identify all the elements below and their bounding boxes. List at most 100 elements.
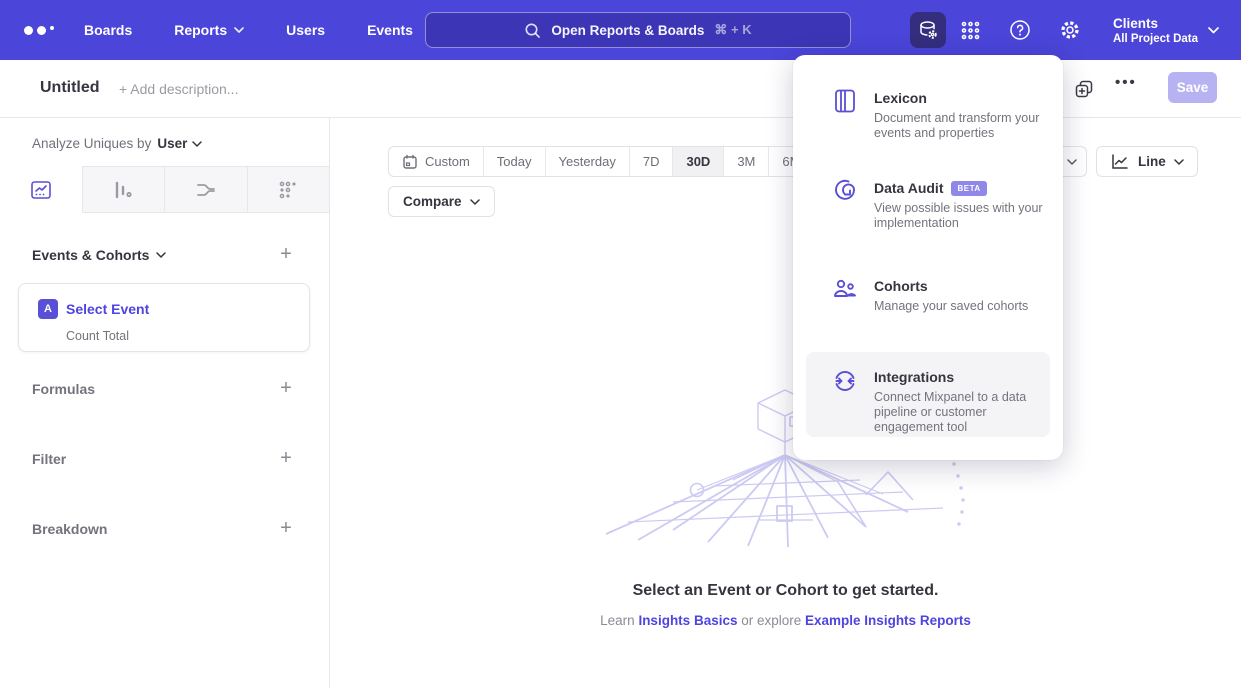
nav-label: Boards <box>84 22 132 38</box>
date-range-label: 7D <box>643 154 660 169</box>
report-description-input[interactable]: + Add description... <box>119 81 238 97</box>
add-filter-button[interactable]: + <box>277 450 295 468</box>
analyze-uniques-row: Analyze Uniques by User <box>32 136 202 151</box>
chevron-down-icon <box>470 199 480 205</box>
event-letter-badge: A <box>38 299 58 319</box>
app-window: Boards Reports Users Events Open Reports… <box>0 0 1241 688</box>
select-event-label[interactable]: Select Event <box>66 301 149 317</box>
gear-icon <box>1059 19 1081 41</box>
analyze-value-dropdown[interactable]: User <box>157 136 202 151</box>
help-icon <box>1009 19 1031 41</box>
menu-item-title: Lexicon <box>874 90 927 106</box>
menu-item-integrations[interactable]: Integrations Connect Mixpanel to a data … <box>806 352 1050 437</box>
global-search-input[interactable]: Open Reports & Boards ⌘ + K <box>425 12 851 48</box>
menu-item-description: View possible issues with your implement… <box>874 201 1044 231</box>
example-insights-reports-link[interactable]: Example Insights Reports <box>805 613 971 628</box>
date-range-3m[interactable]: 3M <box>723 147 768 176</box>
help-button[interactable] <box>1009 19 1031 41</box>
retention-dots-icon <box>276 178 300 202</box>
project-scope: All Project Data <box>1113 32 1198 46</box>
nav-item-events[interactable]: Events <box>367 22 413 38</box>
date-range-label: Yesterday <box>559 154 616 169</box>
analyze-value: User <box>157 136 187 151</box>
chevron-down-icon <box>192 141 202 147</box>
analyze-label: Analyze Uniques by <box>32 136 151 151</box>
query-sidebar: Analyze Uniques by User <box>0 118 330 688</box>
menu-item-title: Cohorts <box>874 278 928 294</box>
add-event-button[interactable]: + <box>277 246 295 264</box>
filter-label: Filter <box>32 451 66 467</box>
formulas-header: Formulas <box>32 381 95 397</box>
chevron-down-icon <box>1174 159 1184 165</box>
nav-item-users[interactable]: Users <box>286 22 325 38</box>
cohorts-people-icon <box>832 276 858 302</box>
menu-item-title: Data Audit BETA <box>874 180 987 196</box>
breakdown-label: Breakdown <box>32 521 107 537</box>
search-icon <box>524 22 541 39</box>
tab-retention[interactable] <box>247 166 330 213</box>
compare-button[interactable]: Compare <box>388 186 495 217</box>
add-formula-button[interactable]: + <box>277 380 295 398</box>
integrations-sync-icon <box>832 368 858 394</box>
nav-label: Events <box>367 22 413 38</box>
menu-item-lexicon[interactable]: Lexicon Document and transform your even… <box>793 88 1063 148</box>
date-range-label: 3M <box>737 154 755 169</box>
chevron-down-icon <box>1208 27 1219 34</box>
events-cohorts-header[interactable]: Events & Cohorts <box>32 247 166 263</box>
apps-grid-icon <box>960 20 981 41</box>
data-management-menu: Lexicon Document and transform your even… <box>793 55 1063 460</box>
apps-grid-button[interactable] <box>960 20 981 41</box>
database-gear-icon <box>916 18 940 42</box>
date-range-label: Today <box>497 154 532 169</box>
date-range-30d[interactable]: 30D <box>672 147 723 176</box>
menu-item-title: Integrations <box>874 369 954 385</box>
tab-insights[interactable] <box>0 166 82 213</box>
project-name: Clients <box>1113 15 1198 32</box>
menu-item-data-audit[interactable]: Data Audit BETA View possible issues wit… <box>793 178 1063 244</box>
nav-item-reports[interactable]: Reports <box>174 22 244 38</box>
date-range-today[interactable]: Today <box>483 147 545 176</box>
filter-header: Filter <box>32 451 66 467</box>
duplicate-report-button[interactable] <box>1073 78 1095 100</box>
events-cohorts-label: Events & Cohorts <box>32 247 149 263</box>
project-selector-labels: Clients All Project Data <box>1113 15 1198 46</box>
data-management-button[interactable] <box>910 12 946 48</box>
project-selector[interactable]: Clients All Project Data <box>1113 15 1219 46</box>
tab-funnels[interactable] <box>82 166 165 213</box>
beta-badge: BETA <box>951 181 986 196</box>
empty-state-middle: or explore <box>737 613 805 628</box>
chevron-down-icon <box>1067 159 1077 165</box>
duplicate-icon <box>1073 78 1095 100</box>
more-options-button[interactable]: ••• <box>1115 74 1137 91</box>
primary-nav: Boards Reports Users Events <box>84 22 413 38</box>
tab-flows[interactable] <box>164 166 247 213</box>
date-range-yesterday[interactable]: Yesterday <box>545 147 629 176</box>
top-navigation-bar: Boards Reports Users Events Open Reports… <box>0 0 1241 60</box>
date-range-label: 30D <box>686 154 710 169</box>
mixpanel-logo-icon[interactable] <box>24 26 60 35</box>
date-range-7d[interactable]: 7D <box>629 147 673 176</box>
chevron-down-icon <box>234 27 244 33</box>
insights-line-chart-icon <box>29 178 53 202</box>
search-placeholder: Open Reports & Boards <box>551 23 704 38</box>
chart-type-label: Line <box>1138 154 1166 169</box>
menu-item-description: Manage your saved cohorts <box>874 299 1044 314</box>
settings-button[interactable] <box>1059 19 1081 41</box>
compare-label: Compare <box>403 194 462 209</box>
count-total-label[interactable]: Count Total <box>66 329 129 343</box>
report-title[interactable]: Untitled <box>40 79 100 97</box>
event-card[interactable]: A Select Event Count Total <box>18 283 310 352</box>
flows-icon <box>194 178 218 202</box>
report-type-tabs <box>0 166 329 213</box>
nav-label: Users <box>286 22 325 38</box>
menu-item-cohorts[interactable]: Cohorts Manage your saved cohorts <box>793 276 1063 324</box>
add-breakdown-button[interactable]: + <box>277 520 295 538</box>
date-range-custom[interactable]: Custom <box>389 147 483 176</box>
nav-item-boards[interactable]: Boards <box>84 22 132 38</box>
empty-state-title: Select an Event or Cohort to get started… <box>330 582 1241 600</box>
chart-type-button[interactable]: Line <box>1096 146 1198 177</box>
save-button[interactable]: Save <box>1168 72 1217 103</box>
insights-basics-link[interactable]: Insights Basics <box>638 613 737 628</box>
date-range-control: Custom Today Yesterday 7D 30D 3M 6M <box>388 146 814 177</box>
lexicon-book-icon <box>832 88 858 114</box>
